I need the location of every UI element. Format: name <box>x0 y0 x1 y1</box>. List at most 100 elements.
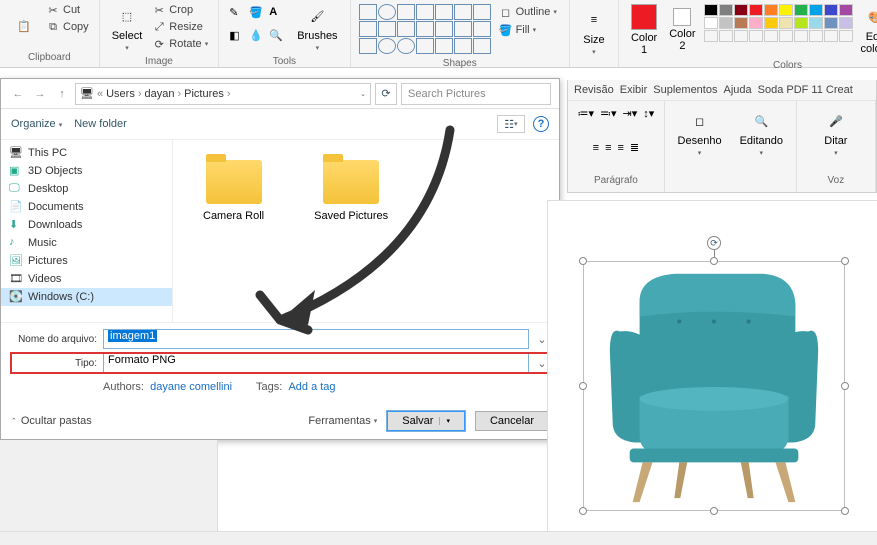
pp-group-voz: 🎤Ditar▾ Voz <box>797 101 876 192</box>
organize-button[interactable]: Organize ▾ <box>11 118 62 130</box>
pencil-tool[interactable]: ✎ <box>229 6 247 27</box>
tags-value[interactable]: Add a tag <box>288 381 335 393</box>
cancel-button[interactable]: Cancelar <box>475 411 549 431</box>
outline-button[interactable]: ◻Outline▾ <box>495 4 561 20</box>
resize-handle-l[interactable] <box>579 382 587 390</box>
tree-3dobjects[interactable]: ▣3D Objects <box>1 162 172 180</box>
rotate-handle[interactable]: ⟳ <box>707 236 721 250</box>
nav-back-button[interactable]: ← <box>9 85 27 103</box>
tab-exibir[interactable]: Exibir <box>620 84 648 96</box>
folder-savedpictures-label: Saved Pictures <box>314 210 388 222</box>
brushes-button[interactable]: 🖌Brushes▾ <box>291 2 343 54</box>
eraser-tool[interactable]: ◧ <box>229 29 247 50</box>
nav-up-button[interactable]: ↑ <box>53 85 71 103</box>
text-tool[interactable]: A <box>269 6 287 27</box>
search-input[interactable]: Search Pictures <box>401 83 551 105</box>
crumb-users[interactable]: Users <box>106 88 135 100</box>
slide-canvas[interactable]: ⟳ <box>547 200 877 540</box>
numbering-icon[interactable]: ≕▾ <box>600 107 617 120</box>
edit-colors-button[interactable]: 🎨Edit colors <box>855 2 877 58</box>
image-selection[interactable]: ⟳ <box>583 261 845 511</box>
crumb-dayan[interactable]: dayan <box>145 88 175 100</box>
pictures-icon: 🖼 <box>9 254 23 268</box>
dialog-body: 🖥This PC ▣3D Objects 🖵Desktop 📄Documents… <box>1 140 559 322</box>
view-options-button[interactable]: ☷ ▾ <box>497 115 525 133</box>
resize-handle-b[interactable] <box>710 507 718 515</box>
select-button[interactable]: ⬚Select▾ <box>106 2 149 54</box>
folder-savedpictures[interactable]: Saved Pictures <box>314 160 388 322</box>
ribbon-group-size: ≡Size▾ <box>570 0 619 67</box>
bullets-icon[interactable]: ≔▾ <box>577 107 594 120</box>
pp-editando-btn[interactable]: 🔍Editando▾ <box>734 107 789 159</box>
resize-button[interactable]: ⤢Resize <box>148 19 212 35</box>
crumb-dropdown[interactable]: ⌄ <box>360 90 366 98</box>
color-palette[interactable] <box>702 2 855 58</box>
filename-input[interactable]: imagem1 <box>103 329 529 349</box>
tab-sodapdf[interactable]: Soda PDF 11 Creat <box>758 84 853 96</box>
pp-ditar-btn[interactable]: 🎤Ditar▾ <box>818 107 854 159</box>
resize-handle-tl[interactable] <box>579 257 587 265</box>
save-dialog: ← → ↑ 🖥« Users› dayan› Pictures› ⌄ ⟳ Sea… <box>0 78 560 440</box>
paste-button[interactable]: 📋 <box>6 2 42 50</box>
rotate-button[interactable]: ⟳Rotate▾ <box>148 36 212 52</box>
clipboard-group-label: Clipboard <box>6 50 93 65</box>
color2-button[interactable]: Color 2 <box>663 2 701 58</box>
tree-thispc[interactable]: 🖥This PC <box>1 144 172 162</box>
tab-revisao[interactable]: Revisão <box>574 84 614 96</box>
rotate-label: Rotate <box>169 38 201 50</box>
resize-handle-t[interactable] <box>710 257 718 265</box>
zoom-tool[interactable]: 🔍 <box>269 29 287 50</box>
refresh-button[interactable]: ⟳ <box>375 83 397 105</box>
save-button[interactable]: Salvar▾ <box>387 411 465 431</box>
tab-suplementos[interactable]: Suplementos <box>653 84 717 96</box>
tree-downloads[interactable]: ⬇Downloads <box>1 216 172 234</box>
resize-handle-bl[interactable] <box>579 507 587 515</box>
crop-button[interactable]: ✂Crop <box>148 2 212 18</box>
resize-handle-br[interactable] <box>841 507 849 515</box>
tree-drive-label: Windows (C:) <box>28 291 94 303</box>
folder-cameraroll[interactable]: Camera Roll <box>203 160 264 322</box>
fill-tool[interactable]: 🪣 <box>249 6 267 27</box>
shapes-gallery[interactable] <box>357 2 493 56</box>
ditar-label: Ditar <box>824 135 847 147</box>
color1-button[interactable]: Color 1 <box>625 2 663 58</box>
copy-button[interactable]: ⧉Copy <box>42 19 93 35</box>
tree-pictures[interactable]: 🖼Pictures <box>1 252 172 270</box>
alignleft-icon[interactable]: ≡ <box>593 142 599 154</box>
justify-icon[interactable]: ≣ <box>630 141 639 154</box>
help-button[interactable]: ? <box>533 116 549 132</box>
resize-handle-tr[interactable] <box>841 257 849 265</box>
horizontal-scrollbar[interactable] <box>0 531 877 545</box>
align-icon[interactable]: ↕▾ <box>643 107 654 120</box>
tree-music[interactable]: ♪Music <box>1 234 172 252</box>
tree-documents[interactable]: 📄Documents <box>1 198 172 216</box>
pp-desenho-btn[interactable]: ◻Desenho▾ <box>672 107 728 159</box>
ribbon-group-shapes: ◻Outline▾ 🪣Fill▾ Shapes <box>351 0 570 67</box>
crumb-pictures[interactable]: Pictures <box>184 88 224 100</box>
folder-icon <box>206 160 262 204</box>
size-button[interactable]: ≡Size▾ <box>576 2 612 61</box>
hide-folders-button[interactable]: ⌃ Ocultar pastas <box>11 415 92 427</box>
alignright-icon[interactable]: ≡ <box>618 142 624 154</box>
tree-desktop[interactable]: 🖵Desktop <box>1 180 172 198</box>
resize-label: Resize <box>169 21 203 33</box>
tools-dropdown[interactable]: Ferramentas ▾ <box>308 415 377 427</box>
tab-ajuda[interactable]: Ajuda <box>723 84 751 96</box>
newfolder-button[interactable]: New folder <box>74 118 127 130</box>
aligncenter-icon[interactable]: ≡ <box>605 142 611 154</box>
save-dropdown[interactable]: ▾ <box>439 417 450 425</box>
cut-button[interactable]: ✂Cut <box>42 2 93 18</box>
resize-handle-r[interactable] <box>841 382 849 390</box>
tool-grid: ✎ 🪣 A ◧ 💧 🔍 <box>225 2 291 54</box>
breadcrumb[interactable]: 🖥« Users› dayan› Pictures› ⌄ <box>75 83 371 105</box>
fill-button[interactable]: 🪣Fill▾ <box>495 22 561 38</box>
tree-windows-c[interactable]: 💽Windows (C:) <box>1 288 172 306</box>
cut-label: Cut <box>63 4 80 16</box>
filetype-input[interactable]: Formato PNG <box>103 353 529 373</box>
tags-label: Tags: <box>256 381 282 393</box>
authors-value[interactable]: dayane comellini <box>150 381 232 393</box>
picker-tool[interactable]: 💧 <box>249 29 267 50</box>
tree-videos[interactable]: 🎞Videos <box>1 270 172 288</box>
nav-fwd-button[interactable]: → <box>31 85 49 103</box>
indent-icon[interactable]: ⇥▾ <box>623 107 638 120</box>
